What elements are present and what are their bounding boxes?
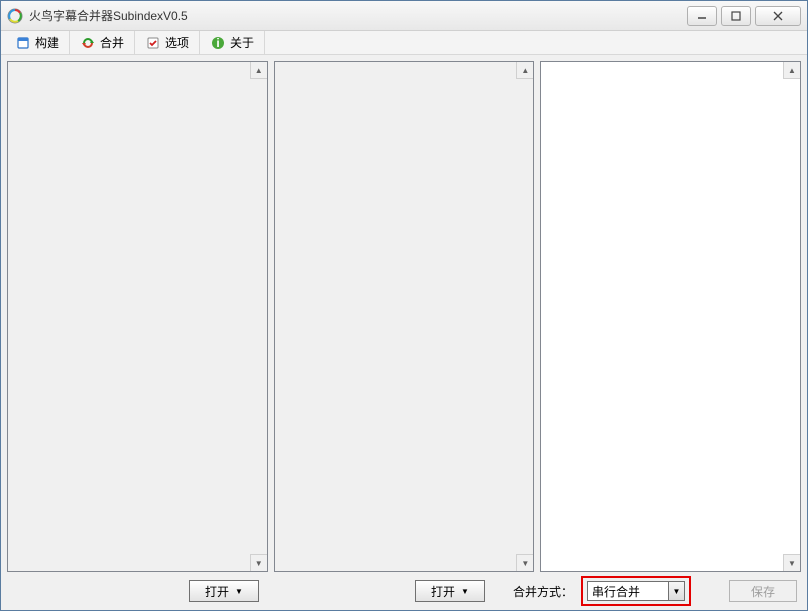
scroll-down-icon[interactable] (783, 554, 800, 571)
panel-left-list[interactable] (8, 62, 267, 571)
highlight-box: 串行合并 ▼ (581, 576, 691, 606)
window-controls (687, 6, 801, 26)
scroll-down-icon[interactable] (516, 554, 533, 571)
build-label: 构建 (35, 34, 59, 51)
save-button[interactable]: 保存 (729, 580, 797, 602)
panel-right-list[interactable] (541, 62, 800, 571)
panel-right (540, 61, 801, 572)
chevron-down-icon: ▼ (235, 587, 243, 596)
toolbar: 构建 合并 选项 i 关于 (1, 31, 807, 55)
options-button[interactable]: 选项 (135, 31, 200, 54)
chevron-down-icon: ▼ (668, 582, 684, 600)
open-left-label: 打开 (205, 583, 229, 600)
close-button[interactable] (755, 6, 801, 26)
scroll-down-icon[interactable] (250, 554, 267, 571)
about-icon: i (210, 35, 226, 51)
minimize-button[interactable] (687, 6, 717, 26)
maximize-button[interactable] (721, 6, 751, 26)
merge-mode-value: 串行合并 (592, 583, 640, 600)
app-icon (7, 8, 23, 24)
merge-mode-select[interactable]: 串行合并 ▼ (587, 581, 685, 601)
scroll-up-icon[interactable] (250, 62, 267, 79)
scroll-up-icon[interactable] (783, 62, 800, 79)
about-label: 关于 (230, 34, 254, 51)
about-button[interactable]: i 关于 (200, 31, 265, 54)
window-title: 火鸟字幕合并器SubindexV0.5 (29, 7, 687, 24)
build-icon (15, 35, 31, 51)
merge-label: 合并 (100, 34, 124, 51)
panel-middle (274, 61, 535, 572)
merge-button[interactable]: 合并 (70, 31, 135, 54)
panel-left (7, 61, 268, 572)
svg-text:i: i (216, 36, 219, 50)
scroll-up-icon[interactable] (516, 62, 533, 79)
titlebar: 火鸟字幕合并器SubindexV0.5 (1, 1, 807, 31)
bottom-bar: 打开 ▼ 打开 ▼ 合并方式： 串行合并 ▼ 保存 (1, 578, 807, 610)
merge-mode-label: 合并方式： (513, 583, 573, 600)
options-label: 选项 (165, 34, 189, 51)
open-middle-button[interactable]: 打开 ▼ (415, 580, 485, 602)
options-icon (145, 35, 161, 51)
open-left-button[interactable]: 打开 ▼ (189, 580, 259, 602)
chevron-down-icon: ▼ (461, 587, 469, 596)
content-area (1, 55, 807, 578)
build-button[interactable]: 构建 (5, 31, 70, 54)
merge-icon (80, 35, 96, 51)
open-middle-label: 打开 (431, 583, 455, 600)
panel-middle-list[interactable] (275, 62, 534, 571)
app-window: 火鸟字幕合并器SubindexV0.5 构建 合并 (0, 0, 808, 611)
save-label: 保存 (751, 583, 775, 600)
